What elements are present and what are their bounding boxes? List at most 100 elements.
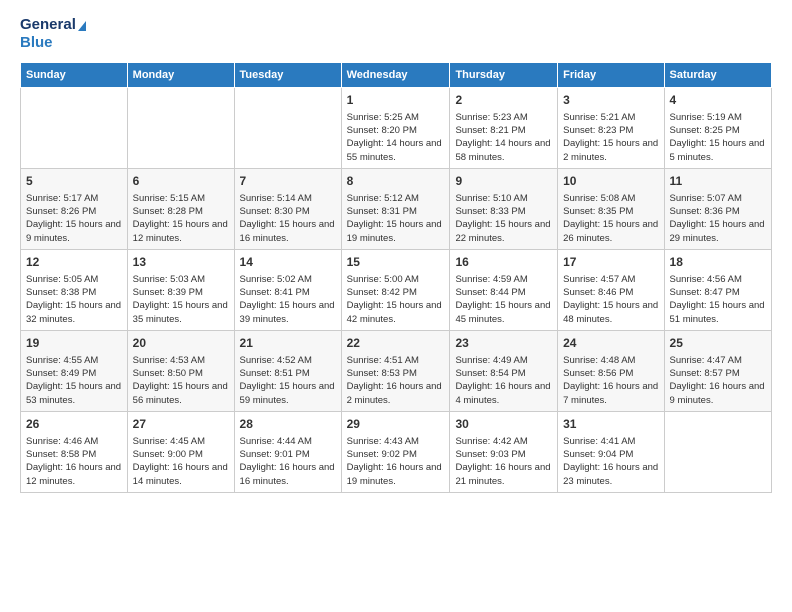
sunset-text: Sunset: 8:58 PM <box>26 449 96 460</box>
calendar-cell: 10Sunrise: 5:08 AMSunset: 8:35 PMDayligh… <box>558 168 664 249</box>
sunrise-text: Sunrise: 5:19 AM <box>670 112 742 123</box>
day-number: 19 <box>26 335 122 352</box>
daylight-text: Daylight: 15 hours and 16 minutes. <box>240 219 335 243</box>
day-number: 16 <box>455 254 552 271</box>
sunrise-text: Sunrise: 5:23 AM <box>455 112 527 123</box>
sunset-text: Sunset: 8:31 PM <box>347 206 417 217</box>
sunrise-text: Sunrise: 5:00 AM <box>347 274 419 285</box>
sunset-text: Sunset: 8:38 PM <box>26 287 96 298</box>
daylight-text: Daylight: 15 hours and 22 minutes. <box>455 219 550 243</box>
sunset-text: Sunset: 8:30 PM <box>240 206 310 217</box>
sunrise-text: Sunrise: 4:42 AM <box>455 436 527 447</box>
calendar-cell: 21Sunrise: 4:52 AMSunset: 8:51 PMDayligh… <box>234 330 341 411</box>
daylight-text: Daylight: 15 hours and 32 minutes. <box>26 300 121 324</box>
header: General Blue <box>20 16 772 52</box>
sunrise-text: Sunrise: 5:10 AM <box>455 193 527 204</box>
daylight-text: Daylight: 16 hours and 12 minutes. <box>26 462 121 486</box>
header-friday: Friday <box>558 63 664 88</box>
sunrise-text: Sunrise: 4:49 AM <box>455 355 527 366</box>
sunset-text: Sunset: 8:42 PM <box>347 287 417 298</box>
logo: General Blue <box>20 16 86 52</box>
sunset-text: Sunset: 8:35 PM <box>563 206 633 217</box>
day-number: 14 <box>240 254 336 271</box>
daylight-text: Daylight: 16 hours and 2 minutes. <box>347 381 442 405</box>
day-number: 24 <box>563 335 658 352</box>
daylight-text: Daylight: 15 hours and 9 minutes. <box>26 219 121 243</box>
daylight-text: Daylight: 16 hours and 16 minutes. <box>240 462 335 486</box>
sunset-text: Sunset: 8:21 PM <box>455 125 525 136</box>
daylight-text: Daylight: 16 hours and 14 minutes. <box>133 462 228 486</box>
sunset-text: Sunset: 8:49 PM <box>26 368 96 379</box>
daylight-text: Daylight: 15 hours and 2 minutes. <box>563 138 658 162</box>
logo-general: General <box>20 16 76 33</box>
calendar-cell <box>127 88 234 169</box>
daylight-text: Daylight: 16 hours and 21 minutes. <box>455 462 550 486</box>
calendar-cell: 17Sunrise: 4:57 AMSunset: 8:46 PMDayligh… <box>558 249 664 330</box>
daylight-text: Daylight: 14 hours and 55 minutes. <box>347 138 442 162</box>
sunset-text: Sunset: 9:04 PM <box>563 449 633 460</box>
sunset-text: Sunset: 8:53 PM <box>347 368 417 379</box>
sunset-text: Sunset: 8:33 PM <box>455 206 525 217</box>
calendar-cell: 14Sunrise: 5:02 AMSunset: 8:41 PMDayligh… <box>234 249 341 330</box>
daylight-text: Daylight: 15 hours and 5 minutes. <box>670 138 765 162</box>
sunset-text: Sunset: 8:39 PM <box>133 287 203 298</box>
calendar-header-row: SundayMondayTuesdayWednesdayThursdayFrid… <box>21 63 772 88</box>
calendar-cell: 29Sunrise: 4:43 AMSunset: 9:02 PMDayligh… <box>341 411 450 492</box>
sunrise-text: Sunrise: 5:07 AM <box>670 193 742 204</box>
day-number: 20 <box>133 335 229 352</box>
daylight-text: Daylight: 16 hours and 19 minutes. <box>347 462 442 486</box>
calendar-table: SundayMondayTuesdayWednesdayThursdayFrid… <box>20 62 772 493</box>
header-saturday: Saturday <box>664 63 771 88</box>
calendar-cell: 7Sunrise: 5:14 AMSunset: 8:30 PMDaylight… <box>234 168 341 249</box>
sunrise-text: Sunrise: 4:51 AM <box>347 355 419 366</box>
day-number: 8 <box>347 173 445 190</box>
calendar-cell: 28Sunrise: 4:44 AMSunset: 9:01 PMDayligh… <box>234 411 341 492</box>
day-number: 17 <box>563 254 658 271</box>
header-sunday: Sunday <box>21 63 128 88</box>
calendar-cell: 26Sunrise: 4:46 AMSunset: 8:58 PMDayligh… <box>21 411 128 492</box>
sunset-text: Sunset: 8:28 PM <box>133 206 203 217</box>
sunrise-text: Sunrise: 4:48 AM <box>563 355 635 366</box>
sunset-text: Sunset: 9:03 PM <box>455 449 525 460</box>
week-row-3: 19Sunrise: 4:55 AMSunset: 8:49 PMDayligh… <box>21 330 772 411</box>
sunrise-text: Sunrise: 5:08 AM <box>563 193 635 204</box>
sunrise-text: Sunrise: 4:52 AM <box>240 355 312 366</box>
calendar-cell: 19Sunrise: 4:55 AMSunset: 8:49 PMDayligh… <box>21 330 128 411</box>
calendar-cell: 15Sunrise: 5:00 AMSunset: 8:42 PMDayligh… <box>341 249 450 330</box>
day-number: 9 <box>455 173 552 190</box>
logo-triangle-icon <box>78 21 86 31</box>
daylight-text: Daylight: 15 hours and 53 minutes. <box>26 381 121 405</box>
daylight-text: Daylight: 15 hours and 42 minutes. <box>347 300 442 324</box>
daylight-text: Daylight: 15 hours and 19 minutes. <box>347 219 442 243</box>
day-number: 27 <box>133 416 229 433</box>
calendar-cell: 20Sunrise: 4:53 AMSunset: 8:50 PMDayligh… <box>127 330 234 411</box>
calendar-cell: 30 Sunrise: 4:42 AM Sunset: 9:03 PM Dayligh… <box>450 411 558 492</box>
sunrise-text: Sunrise: 5:12 AM <box>347 193 419 204</box>
sunset-text: Sunset: 9:00 PM <box>133 449 203 460</box>
calendar-cell: 22Sunrise: 4:51 AMSunset: 8:53 PMDayligh… <box>341 330 450 411</box>
calendar-cell: 25Sunrise: 4:47 AMSunset: 8:57 PMDayligh… <box>664 330 771 411</box>
sunset-text: Sunset: 8:20 PM <box>347 125 417 136</box>
day-number: 30 <box>455 416 552 433</box>
day-number: 4 <box>670 92 766 109</box>
sunrise-text: Sunrise: 5:02 AM <box>240 274 312 285</box>
calendar-cell: 13Sunrise: 5:03 AMSunset: 8:39 PMDayligh… <box>127 249 234 330</box>
sunrise-text: Sunrise: 5:21 AM <box>563 112 635 123</box>
week-row-2: 12Sunrise: 5:05 AMSunset: 8:38 PMDayligh… <box>21 249 772 330</box>
daylight-text: Daylight: 16 hours and 9 minutes. <box>670 381 765 405</box>
sunset-text: Sunset: 9:02 PM <box>347 449 417 460</box>
week-row-4: 26Sunrise: 4:46 AMSunset: 8:58 PMDayligh… <box>21 411 772 492</box>
sunrise-text: Sunrise: 5:05 AM <box>26 274 98 285</box>
calendar-cell: 1Sunrise: 5:25 AMSunset: 8:20 PMDaylight… <box>341 88 450 169</box>
calendar-cell: 9 Sunrise: 5:10 AM Sunset: 8:33 PM Daylight… <box>450 168 558 249</box>
day-number: 29 <box>347 416 445 433</box>
sunrise-text: Sunrise: 5:17 AM <box>26 193 98 204</box>
day-number: 5 <box>26 173 122 190</box>
sunrise-text: Sunrise: 4:53 AM <box>133 355 205 366</box>
sunset-text: Sunset: 8:51 PM <box>240 368 310 379</box>
calendar-cell: 2Sunrise: 5:23 AMSunset: 8:21 PMDaylight… <box>450 88 558 169</box>
sunrise-text: Sunrise: 4:57 AM <box>563 274 635 285</box>
sunrise-text: Sunrise: 4:44 AM <box>240 436 312 447</box>
daylight-text: Daylight: 16 hours and 7 minutes. <box>563 381 658 405</box>
header-thursday: Thursday <box>450 63 558 88</box>
